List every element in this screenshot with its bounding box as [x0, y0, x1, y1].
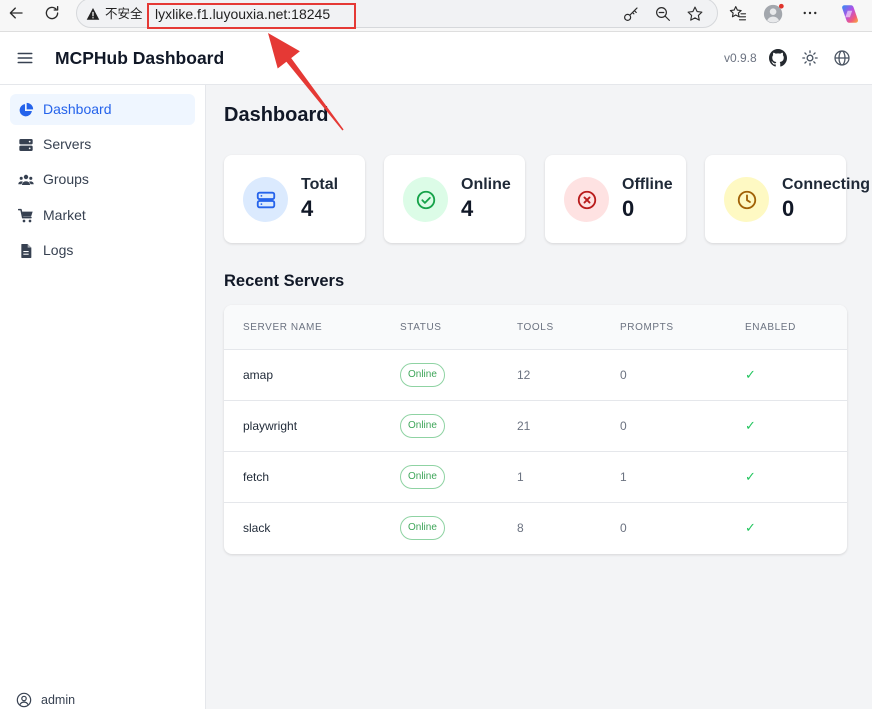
column-header-tools: TOOLS	[517, 322, 554, 333]
version-label: v0.9.8	[724, 51, 757, 65]
page-title: Dashboard	[224, 104, 329, 126]
enabled-check-icon: ✓	[745, 367, 756, 382]
status-badge: Online	[400, 465, 445, 489]
sidebar-item-dashboard[interactable]: Dashboard	[10, 94, 195, 125]
x-circle-icon	[576, 189, 598, 211]
browser-toolbar: 不安全 lyxlike.f1.luyouxia.net:18245	[0, 0, 872, 32]
copilot-icon[interactable]	[838, 3, 858, 23]
user-icon	[16, 692, 32, 708]
main-content: Dashboard Total 4 Online 4 Offline 0 Con…	[206, 85, 872, 709]
sidebar-item-servers[interactable]: Servers	[10, 129, 195, 160]
cell-server-name: fetch	[243, 470, 270, 484]
back-icon[interactable]	[7, 4, 25, 22]
cell-server-name: playwright	[243, 419, 298, 433]
sidebar-item-market[interactable]: Market	[10, 200, 195, 231]
section-title: Recent Servers	[224, 272, 345, 290]
server-icon	[255, 189, 277, 211]
enabled-check-icon: ✓	[745, 520, 756, 535]
status-badge: Online	[400, 516, 445, 540]
profile-avatar-icon[interactable]	[763, 3, 784, 24]
cart-icon	[18, 208, 34, 224]
stat-value: 0	[622, 196, 635, 221]
table-row[interactable]: slack Online 8 0 ✓	[224, 503, 847, 554]
cell-prompts: 0	[620, 419, 627, 433]
github-icon[interactable]	[769, 49, 787, 67]
stat-label: Total	[301, 176, 339, 193]
server-icon	[18, 137, 34, 153]
column-header-server-name: SERVER NAME	[243, 322, 323, 333]
star-icon[interactable]	[686, 5, 704, 23]
stat-icon-circle	[403, 177, 448, 222]
file-icon	[18, 243, 34, 259]
sidebar-item-label: Dashboard	[43, 101, 112, 117]
sidebar: Dashboard Servers Groups Market Logs adm…	[0, 85, 206, 709]
refresh-icon[interactable]	[43, 4, 61, 22]
stat-icon-circle	[724, 177, 769, 222]
sidebar-item-label: Servers	[43, 136, 92, 152]
cell-status: Online	[400, 452, 445, 502]
key-icon[interactable]	[622, 5, 640, 23]
favorites-icon[interactable]	[729, 4, 747, 22]
stat-value: 4	[301, 196, 314, 221]
table-row[interactable]: playwright Online 21 0 ✓	[224, 401, 847, 452]
stat-icon-circle	[243, 177, 288, 222]
clock-icon	[736, 189, 758, 211]
stat-card-offline: Offline 0	[545, 155, 686, 243]
sun-icon[interactable]	[801, 49, 819, 67]
stat-label: Offline	[622, 176, 673, 193]
sidebar-item-label: Market	[43, 207, 86, 223]
stat-card-total: Total 4	[224, 155, 365, 243]
stat-icon-circle	[564, 177, 609, 222]
stat-value: 4	[461, 196, 474, 221]
status-badge: Online	[400, 363, 445, 387]
stat-card-connecting: Connecting 0	[705, 155, 870, 243]
url-text[interactable]: lyxlike.f1.luyouxia.net:18245	[155, 0, 330, 29]
sidebar-item-label: Logs	[43, 242, 74, 258]
cell-status: Online	[400, 401, 445, 451]
column-header-enabled: ENABLED	[745, 322, 796, 333]
user-menu[interactable]: admin	[15, 690, 165, 709]
enabled-check-icon: ✓	[745, 418, 756, 433]
table-row[interactable]: amap Online 12 0 ✓	[224, 350, 847, 401]
sidebar-item-label: Groups	[43, 171, 89, 187]
cell-prompts: 0	[620, 521, 627, 535]
app-title: MCPHub Dashboard	[55, 48, 225, 68]
enabled-check-icon: ✓	[745, 469, 756, 484]
warning-icon[interactable]	[86, 7, 100, 21]
more-icon[interactable]	[801, 4, 819, 22]
stat-label: Connecting	[782, 176, 870, 193]
zoom-out-icon[interactable]	[654, 5, 672, 23]
column-header-prompts: PROMPTS	[620, 322, 674, 333]
app-header: MCPHub Dashboard v0.9.8	[0, 32, 872, 85]
sidebar-item-groups[interactable]: Groups	[10, 164, 195, 195]
cell-tools: 1	[517, 470, 524, 484]
cell-tools: 12	[517, 368, 531, 382]
menu-icon[interactable]	[16, 49, 34, 67]
users-icon	[18, 172, 34, 188]
cell-status: Online	[400, 503, 445, 553]
cell-prompts: 0	[620, 368, 627, 382]
cell-server-name: slack	[243, 521, 271, 535]
stat-value: 0	[782, 196, 795, 221]
globe-icon[interactable]	[833, 49, 851, 67]
status-badge: Online	[400, 414, 445, 438]
check-circle-icon	[415, 189, 437, 211]
security-label[interactable]: 不安全	[105, 0, 143, 29]
recent-servers-table: SERVER NAME STATUS TOOLS PROMPTS ENABLED…	[224, 305, 847, 554]
cell-status: Online	[400, 350, 445, 400]
sidebar-item-logs[interactable]: Logs	[10, 235, 195, 266]
stat-label: Online	[461, 176, 511, 193]
user-name: admin	[41, 693, 76, 707]
cell-tools: 8	[517, 521, 524, 535]
cell-prompts: 1	[620, 470, 627, 484]
stat-card-online: Online 4	[384, 155, 525, 243]
table-row[interactable]: fetch Online 1 1 ✓	[224, 452, 847, 503]
table-header: SERVER NAME STATUS TOOLS PROMPTS ENABLED	[224, 305, 847, 350]
pie-chart-icon	[18, 102, 34, 118]
cell-tools: 21	[517, 419, 531, 433]
column-header-status: STATUS	[400, 322, 442, 333]
cell-server-name: amap	[243, 368, 274, 382]
address-bar[interactable]: 不安全 lyxlike.f1.luyouxia.net:18245	[76, 0, 718, 28]
